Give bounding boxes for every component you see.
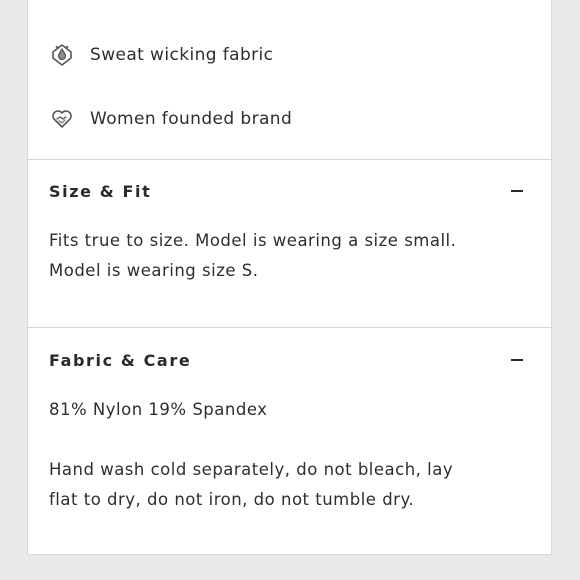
size-fit-line: Fits true to size. Model is wearing a si…	[49, 231, 457, 250]
feature-item-sweat-wicking: Sweat wicking fabric	[50, 43, 273, 67]
size-fit-header[interactable]: Size & Fit	[49, 179, 523, 203]
size-fit-line: Model is wearing size S.	[49, 261, 259, 280]
fabric-care-header[interactable]: Fabric & Care	[49, 348, 523, 372]
feature-item-women-founded: Women founded brand	[50, 107, 292, 131]
size-fit-content: Fits true to size. Model is wearing a si…	[49, 226, 531, 286]
heart-handshake-icon	[50, 107, 74, 131]
composition-text: 81% Nylon 19% Spandex	[49, 400, 268, 419]
section-divider	[28, 159, 551, 160]
feature-label: Women founded brand	[90, 109, 293, 129]
minus-icon[interactable]	[511, 190, 523, 192]
section-title: Size & Fit	[49, 181, 152, 201]
care-line: Hand wash cold separately, do not bleach…	[49, 460, 454, 479]
fabric-composition: 81% Nylon 19% Spandex	[49, 395, 531, 425]
section-title: Fabric & Care	[49, 350, 192, 370]
section-divider	[28, 327, 551, 328]
water-drop-badge-icon	[50, 43, 74, 67]
product-details-panel: Sweat wicking fabric Women founded brand…	[27, 0, 552, 555]
minus-icon[interactable]	[511, 359, 523, 361]
feature-label: Sweat wicking fabric	[90, 45, 274, 65]
care-instructions: Hand wash cold separately, do not bleach…	[49, 455, 531, 515]
care-line: flat to dry, do not iron, do not tumble …	[49, 490, 415, 509]
